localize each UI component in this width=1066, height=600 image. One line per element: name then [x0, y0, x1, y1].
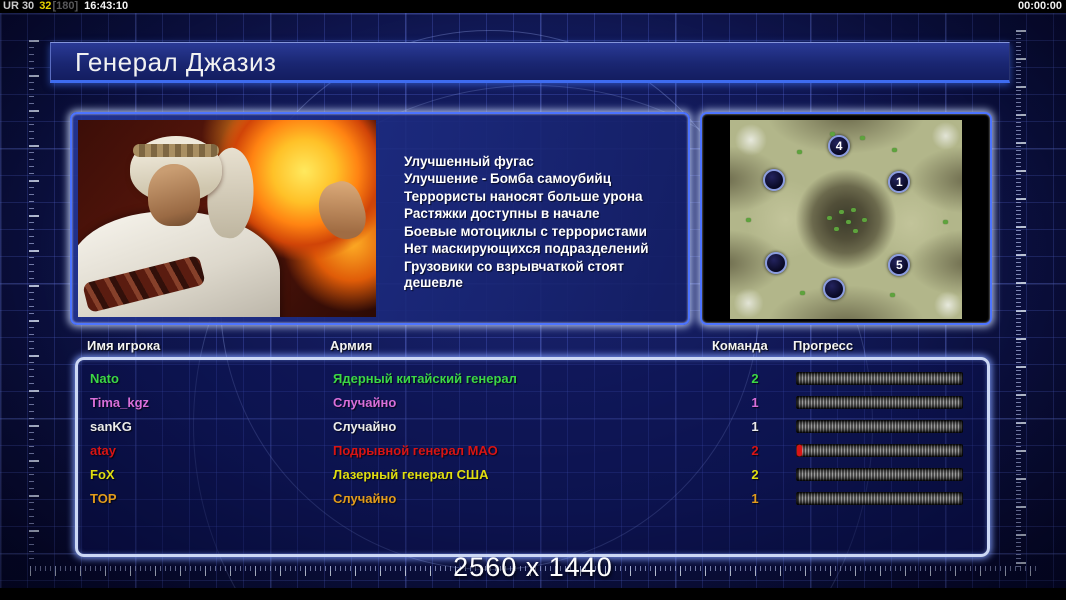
table-row: atay Подрывной генерал МАО 2 — [78, 439, 987, 463]
column-header-army: Армия — [330, 338, 373, 353]
spawn-marker: 4 — [828, 134, 851, 157]
player-team: 1 — [751, 419, 759, 434]
spawn-marker: 1 — [888, 170, 911, 193]
page-title: Генерал Джазиз — [75, 47, 277, 77]
progress-fill — [797, 445, 802, 456]
resolution-label: 2560 x 1440 — [453, 552, 613, 582]
map-foliage — [746, 217, 752, 222]
player-army: Случайно — [333, 491, 397, 506]
bottom-black-bar — [0, 588, 1066, 600]
player-army: Случайно — [333, 395, 397, 410]
progress-bar — [796, 396, 963, 409]
portrait-hand — [312, 176, 372, 246]
perk-item: Растяжки доступны в начале — [404, 206, 600, 221]
left-ruler — [29, 40, 39, 560]
system-clock: 16:43:10 — [84, 0, 129, 12]
player-army: Случайно — [333, 419, 397, 434]
general-info-panel: Улучшенный фугас Улучшение - Бомба самоу… — [70, 112, 690, 325]
map-foliage — [797, 149, 803, 154]
spawn-marker — [765, 252, 788, 275]
portrait-face — [148, 164, 200, 226]
map-foliage — [834, 227, 840, 232]
portrait-headband — [133, 144, 219, 157]
map-foliage — [859, 135, 865, 140]
perk-item: Улучшенный фугас — [404, 153, 534, 169]
map-foliage — [839, 209, 845, 214]
column-header-name: Имя игрока — [87, 338, 161, 353]
perk-item: Боевые мотоциклы с террористами — [404, 223, 647, 239]
minimap-panel: 4 1 5 — [700, 112, 992, 325]
minimap: 4 1 5 — [730, 120, 962, 319]
progress-bar — [796, 372, 963, 385]
general-portrait — [78, 120, 376, 317]
column-header-progress: Прогресс — [793, 338, 854, 353]
player-army: Ядерный китайский генерал — [333, 371, 517, 386]
match-timer: 00:00:00 — [1017, 0, 1062, 12]
player-name: atay — [90, 443, 117, 458]
map-foliage — [829, 131, 835, 136]
player-name: sanKG — [90, 419, 132, 434]
map-foliage — [862, 217, 868, 222]
player-army: Подрывной генерал МАО — [333, 443, 498, 458]
progress-bar — [796, 468, 963, 481]
player-table: Nato Ядерный китайский генерал 2 Tima_kg… — [75, 357, 990, 557]
perk-item: Нет маскирующихся подразделений — [404, 241, 649, 256]
table-row: Nato Ядерный китайский генерал 2 — [78, 367, 987, 391]
player-name: Tima_kgz — [90, 395, 150, 410]
map-foliage — [846, 219, 851, 224]
player-team: 1 — [751, 395, 759, 410]
table-row: sanKG Случайно 1 — [78, 415, 987, 439]
column-header-team: Команда — [712, 338, 768, 353]
map-foliage — [799, 291, 805, 296]
perk-item: Улучшение - Бомба самоубийц — [404, 171, 611, 186]
progress-bar — [796, 492, 963, 505]
player-team: 2 — [751, 371, 759, 386]
map-foliage — [892, 147, 898, 152]
spawn-marker: 5 — [888, 254, 911, 277]
status-prefix: UR 30 — [3, 0, 35, 12]
perk-item: Грузовики со взрывчаткой стоят дешевле — [404, 258, 624, 291]
map-foliage — [852, 229, 858, 234]
player-team: 2 — [751, 443, 759, 458]
map-foliage — [943, 219, 949, 224]
table-row: TOP Случайно 1 — [78, 487, 987, 511]
table-row: FoX Лазерный генерал США 2 — [78, 463, 987, 487]
player-name: TOP — [90, 491, 117, 506]
player-name: Nato — [90, 371, 119, 386]
perk-list: Улучшенный фугас Улучшение - Бомба самоу… — [376, 120, 682, 317]
player-team: 1 — [751, 491, 759, 506]
right-ruler — [1016, 30, 1028, 570]
map-foliage — [827, 215, 833, 220]
status-bar: UR 30 32[180] 16:43:10 00:00:00 — [0, 0, 1066, 13]
perk-item: Террористы наносят больше урона — [404, 188, 643, 204]
progress-bar — [796, 420, 963, 433]
progress-bar — [796, 444, 963, 457]
network-status: UR 30 32[180] 16:43:10 — [3, 0, 128, 13]
player-team: 2 — [751, 467, 759, 482]
map-foliage — [890, 293, 896, 298]
spawn-marker — [823, 278, 846, 301]
fps-counter: 32 — [39, 0, 52, 12]
latency-value: [180] — [52, 0, 79, 12]
player-table-header: Имя игрока Армия Команда Прогресс — [75, 338, 990, 354]
player-name: FoX — [90, 467, 115, 482]
spawn-marker — [763, 168, 786, 191]
map-foliage — [850, 207, 856, 212]
player-army: Лазерный генерал США — [333, 467, 489, 482]
table-row: Tima_kgz Случайно 1 — [78, 391, 987, 415]
title-bar: Генерал Джазиз — [50, 42, 1010, 83]
